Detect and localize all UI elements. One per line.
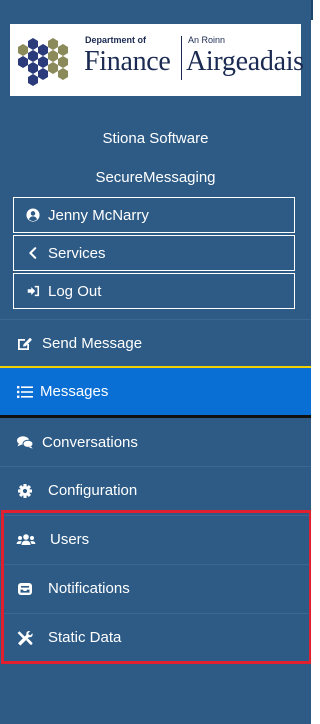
hexagon-emblem-icon [18, 38, 68, 86]
comments-icon [17, 436, 34, 449]
services-button[interactable]: Services [13, 235, 295, 271]
nav-send-message[interactable]: Send Message [0, 319, 311, 367]
app-product: SecureMessaging [95, 169, 216, 186]
department-logo: Department of Finance An Roinn Airgeadai… [10, 24, 304, 96]
logout-label: Log Out [48, 282, 102, 300]
sidebar-right-edge [311, 0, 315, 724]
user-circle-icon [26, 208, 40, 222]
logout-button[interactable]: Log Out [13, 273, 295, 309]
sidebar-right-edge-top [311, 0, 313, 20]
logo-department-of-text: Department of [85, 35, 147, 45]
nav-notifications[interactable]: Notifications [0, 564, 311, 612]
user-profile-button[interactable]: Jenny McNarry [13, 197, 295, 233]
tools-icon [17, 630, 33, 646]
users-icon [16, 533, 36, 545]
nav-configuration-label: Configuration [48, 482, 138, 499]
sidebar: Department of Finance An Roinn Airgeadai… [0, 0, 312, 724]
nav-conversations-label: Conversations [42, 433, 138, 451]
nav-notifications-label: Notifications [48, 580, 130, 597]
nav-static-data-label: Static Data [48, 629, 122, 646]
logo-airgeadais-text: Airgeadais [186, 46, 304, 77]
nav-configuration[interactable]: Configuration [0, 466, 311, 514]
username-label: Jenny McNarry [48, 206, 149, 224]
list-icon [17, 385, 33, 398]
services-label: Services [48, 244, 106, 262]
nav-users-label: Users [50, 531, 90, 548]
notification-icon [18, 582, 32, 595]
sign-out-icon [27, 285, 40, 297]
logo-finance-text: Finance [84, 46, 171, 77]
logo-divider [181, 36, 182, 80]
chevron-left-icon [29, 247, 37, 259]
app-vendor: Stiona Software [102, 130, 209, 147]
nav-messages-label: Messages [40, 383, 109, 400]
nav-static-data[interactable]: Static Data [0, 613, 311, 661]
nav-conversations[interactable]: Conversations [0, 418, 311, 466]
edit-icon [18, 337, 32, 350]
nav-messages[interactable]: Messages [0, 366, 311, 418]
nav-send-message-label: Send Message [42, 335, 143, 352]
logo-an-roinn-text: An Roinn [188, 35, 226, 45]
sidebar-empty-area [0, 661, 311, 724]
nav-users[interactable]: Users [0, 515, 311, 563]
gear-icon [18, 483, 32, 498]
